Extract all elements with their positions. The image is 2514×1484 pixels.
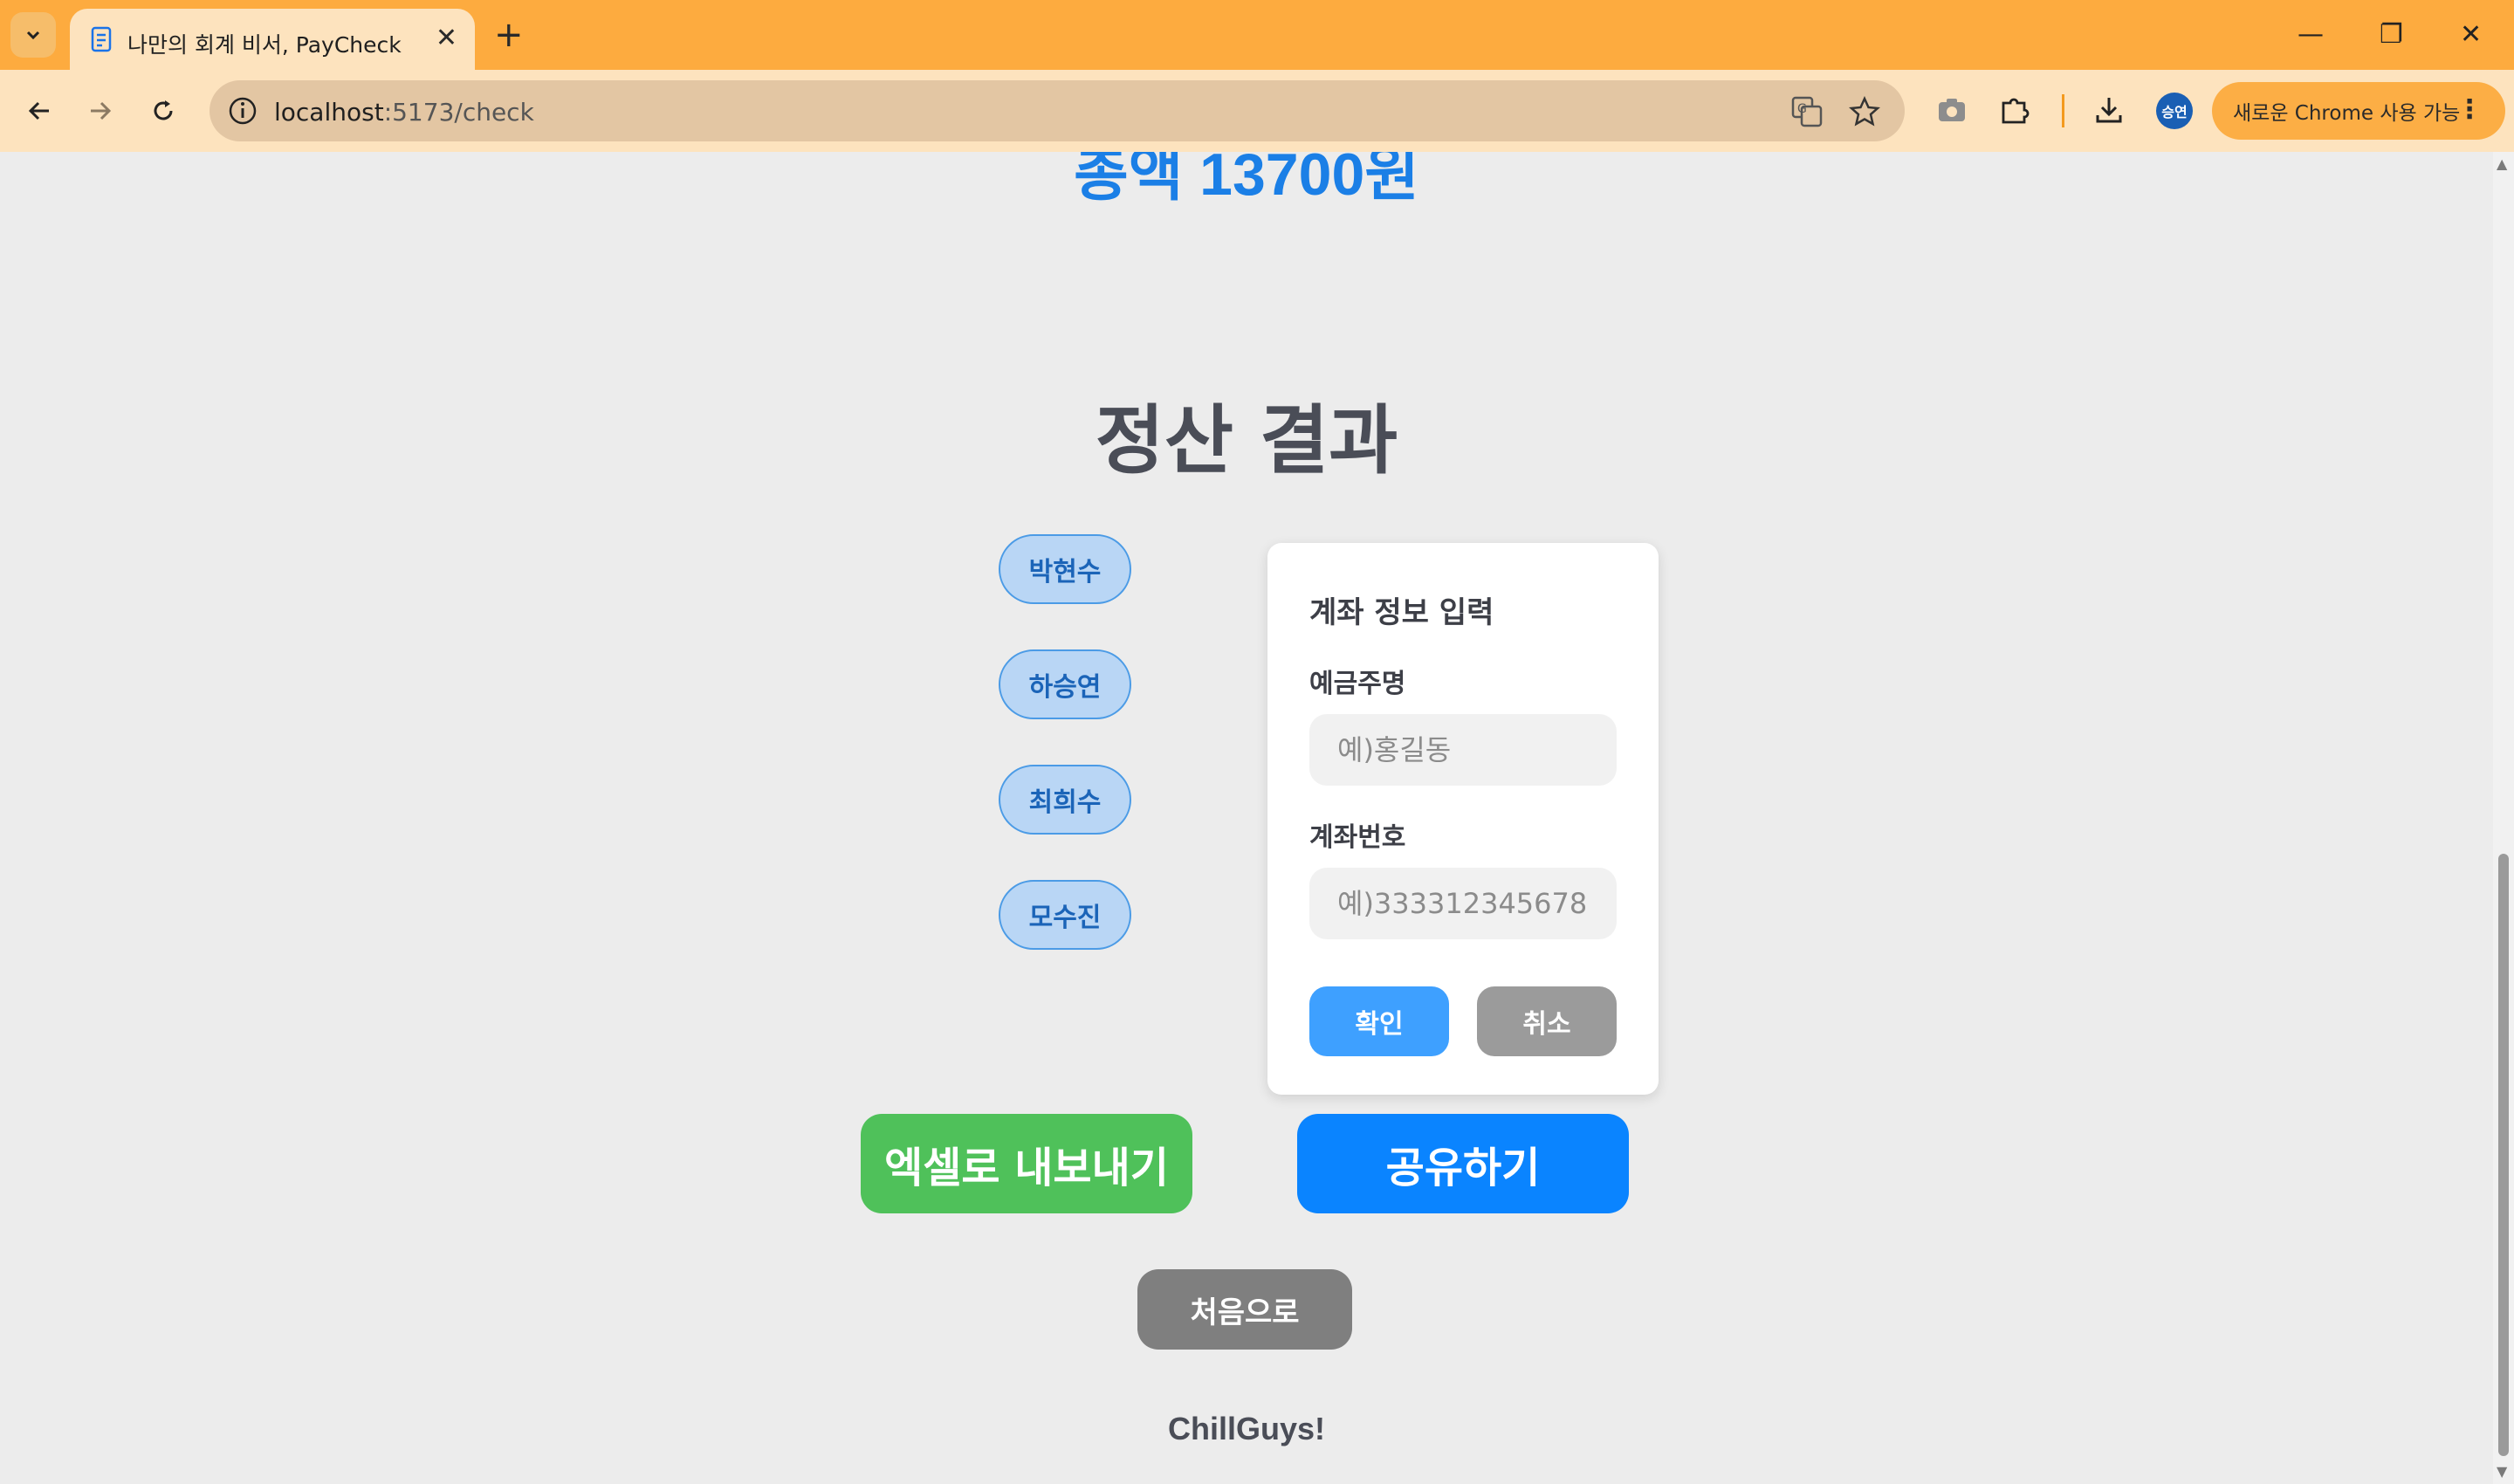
browser-tab-active[interactable]: 나만의 회계 비서, PayCheck ✕ bbox=[70, 9, 475, 70]
translate-icon[interactable]: G bbox=[1791, 96, 1823, 127]
tab-search-button[interactable] bbox=[10, 12, 56, 58]
chrome-update-button[interactable]: 새로운 Chrome 사용 가능 ⋮ bbox=[2212, 82, 2505, 140]
browser-toolbar: localhost:5173/check G 승연 새로운 Chrome 사용 … bbox=[0, 70, 2514, 154]
bookmark-star-icon[interactable] bbox=[1849, 96, 1880, 127]
document-icon bbox=[91, 26, 112, 52]
result-title: 정산 결과 bbox=[1095, 397, 1398, 484]
camera-icon[interactable] bbox=[1936, 94, 1968, 126]
person-chip[interactable]: 모수진 bbox=[999, 880, 1131, 950]
toolbar-divider bbox=[2062, 94, 2064, 127]
download-icon[interactable] bbox=[2093, 94, 2125, 126]
account-info-modal: 계좌 정보 입력 예금주명 계좌번호 확인 취소 bbox=[1267, 543, 1659, 1095]
extensions-puzzle-icon[interactable] bbox=[1999, 94, 2030, 126]
browser-tab-bar: 나만의 회계 비서, PayCheck ✕ + — ❐ ✕ bbox=[0, 0, 2514, 70]
person-chip[interactable]: 박현수 bbox=[999, 534, 1131, 604]
restore-icon[interactable]: ❐ bbox=[2380, 14, 2403, 56]
back-arrow-icon[interactable] bbox=[17, 89, 61, 133]
modal-title: 계좌 정보 입력 bbox=[1309, 595, 1494, 630]
site-info-icon[interactable] bbox=[227, 95, 258, 127]
page-content: 총액 13700원 정산 결과 박현수 하승연 최희수 모수진 계좌 정보 입력… bbox=[0, 152, 2493, 1484]
share-button[interactable]: 공유하기 bbox=[1297, 1114, 1629, 1213]
svg-text:G: G bbox=[1797, 102, 1807, 116]
scroll-up-arrow-icon[interactable]: ▲ bbox=[2497, 155, 2507, 173]
account-number-input[interactable] bbox=[1309, 868, 1617, 939]
scroll-down-arrow-icon[interactable]: ▼ bbox=[2497, 1463, 2507, 1481]
account-label: 계좌번호 bbox=[1309, 822, 1406, 853]
cancel-button[interactable]: 취소 bbox=[1477, 986, 1617, 1056]
chevron-down-icon bbox=[26, 31, 40, 40]
footer-brand: ChillGuys! bbox=[1167, 1411, 1326, 1446]
minimize-icon[interactable]: — bbox=[2298, 14, 2324, 56]
reload-icon[interactable] bbox=[141, 89, 185, 133]
profile-avatar[interactable]: 승연 bbox=[2156, 93, 2193, 129]
new-tab-plus-icon[interactable]: + bbox=[494, 12, 524, 58]
holder-label: 예금주명 bbox=[1309, 669, 1406, 699]
page-scrollbar[interactable]: ▲ ▼ bbox=[2493, 152, 2514, 1484]
total-amount: 총액 13700원 bbox=[1074, 152, 1419, 208]
person-chip[interactable]: 하승연 bbox=[999, 649, 1131, 719]
url-text: localhost:5173/check bbox=[274, 98, 534, 127]
export-excel-button[interactable]: 엑셀로 내보내기 bbox=[861, 1114, 1192, 1213]
tab-title: 나만의 회계 비서, PayCheck bbox=[127, 32, 402, 58]
chrome-update-label: 새로운 Chrome 사용 가능 bbox=[2233, 102, 2461, 125]
confirm-button[interactable]: 확인 bbox=[1309, 986, 1449, 1056]
kebab-menu-icon[interactable]: ⋮ bbox=[2456, 94, 2483, 126]
scrollbar-thumb[interactable] bbox=[2498, 854, 2509, 1456]
forward-arrow-icon[interactable] bbox=[79, 89, 122, 133]
home-button[interactable]: 처음으로 bbox=[1137, 1269, 1352, 1350]
holder-name-input[interactable] bbox=[1309, 714, 1617, 786]
tab-close-icon[interactable]: ✕ bbox=[436, 23, 457, 54]
window-close-icon[interactable]: ✕ bbox=[2460, 14, 2482, 56]
person-chip[interactable]: 최희수 bbox=[999, 765, 1131, 835]
address-bar[interactable]: localhost:5173/check G bbox=[210, 80, 1905, 141]
